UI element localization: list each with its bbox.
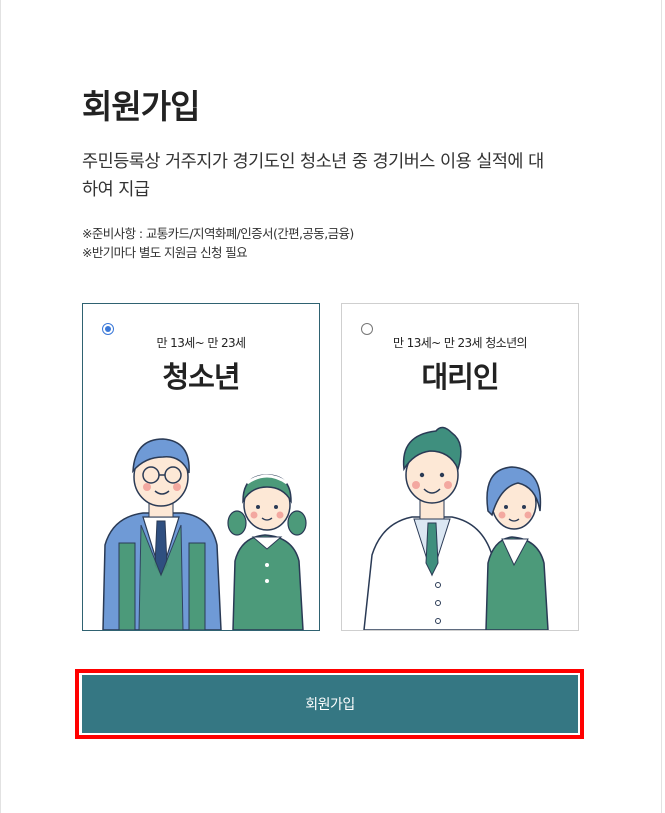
signup-button[interactable]: 회원가입 xyxy=(82,675,578,733)
preparation-notes: ※준비사항 : 교통카드/지역화폐/인증서(간편,공동,금융) ※반기마다 별도… xyxy=(82,224,354,262)
page-title: 회원가입 xyxy=(82,87,200,126)
proxy-illustration-icon xyxy=(363,426,549,630)
note-semiannual: ※반기마다 별도 지원금 신청 필요 xyxy=(82,245,248,260)
page-description: 주민등록상 거주지가 경기도인 청소년 중 경기버스 이용 실적에 대하여 지급 xyxy=(82,152,544,200)
option-proxy-title: 대리인 xyxy=(421,360,499,394)
note-preparation: ※준비사항 : 교통카드/지역화폐/인증서(간편,공동,금융) xyxy=(82,226,354,241)
option-proxy-subtitle: 만 13세~ 만 23세 청소년의 xyxy=(393,336,528,350)
frame-left-border xyxy=(0,0,1,813)
frame-right-border xyxy=(661,0,662,813)
option-youth-subtitle: 만 13세~ 만 23세 xyxy=(156,336,247,350)
option-youth-title: 청소년 xyxy=(162,360,240,394)
option-card-proxy[interactable]: 만 13세~ 만 23세 청소년의 대리인 xyxy=(341,303,579,631)
youth-illustration-icon xyxy=(102,438,307,630)
option-card-youth[interactable]: 만 13세~ 만 23세 청소년 xyxy=(82,303,320,631)
